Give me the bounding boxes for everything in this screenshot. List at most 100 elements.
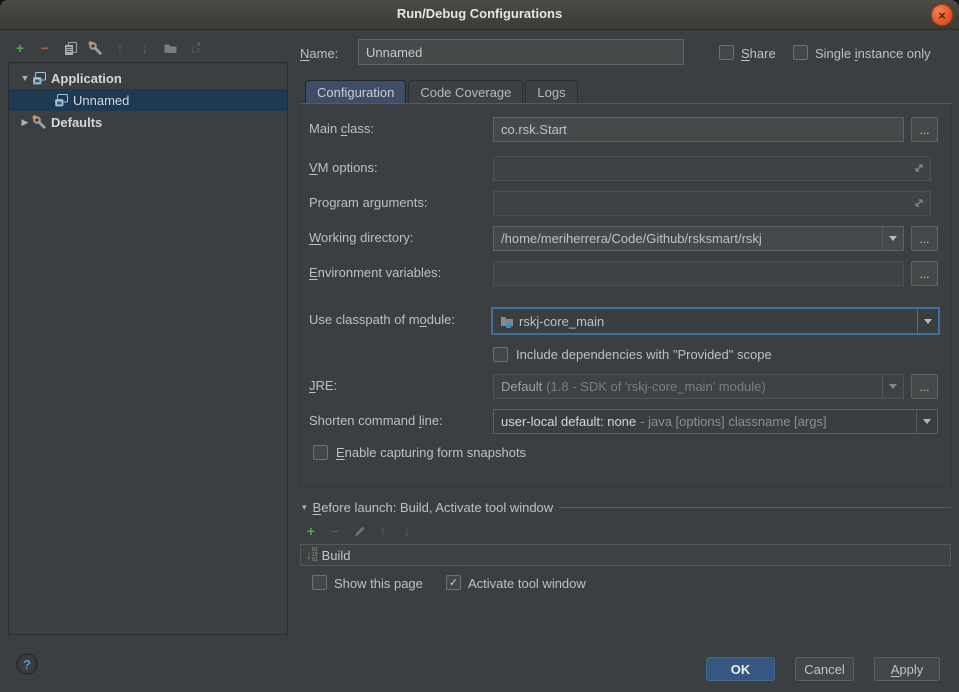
tree-item-defaults[interactable]: ▶ Defaults <box>9 111 287 133</box>
jre-value-detail: (1.8 - SDK of 'rskj-core_main' module) <box>546 379 766 394</box>
main-class-input[interactable] <box>493 117 904 142</box>
share-label: Share <box>741 46 776 61</box>
create-folder-button[interactable] <box>162 40 178 56</box>
expand-field-icon[interactable] <box>912 196 926 210</box>
shorten-value: user-local default: none <box>501 414 636 429</box>
dropdown-button[interactable] <box>916 410 937 433</box>
move-task-up-button[interactable]: ↑ <box>375 523 391 539</box>
cancel-button[interactable]: Cancel <box>795 657 854 681</box>
jre-combobox[interactable]: Default(1.8 - SDK of 'rskj-core_main' mo… <box>493 374 904 399</box>
build-icon: ↓ 01 10 01 <box>306 548 318 563</box>
configurations-tree: ▼ Application Unnamed ▶ Defaults <box>8 62 288 635</box>
single-instance-checkbox[interactable] <box>793 45 808 60</box>
window-title: Run/Debug Configurations <box>0 6 959 21</box>
plus-icon: + <box>16 41 24 55</box>
module-label: Use classpath of module: <box>309 312 455 327</box>
module-combobox[interactable]: rskj-core_main <box>491 307 940 335</box>
remove-configuration-button[interactable]: − <box>37 40 53 56</box>
activate-tool-window-checkbox[interactable]: ✓ <box>446 575 461 590</box>
sort-configurations-button[interactable]: ↓ az <box>187 40 203 56</box>
move-task-down-button[interactable]: ↓ <box>399 523 415 539</box>
sort-az-icon: ↓ az <box>190 41 201 55</box>
close-button[interactable]: × <box>931 4 953 26</box>
move-up-button[interactable]: ↑ <box>112 40 128 56</box>
working-directory-combobox[interactable]: /home/meriherrera/Code/Github/rsksmart/r… <box>493 226 904 251</box>
ellipsis-icon: ... <box>919 232 929 246</box>
wrench-icon <box>31 114 47 130</box>
program-arguments-input[interactable] <box>493 191 931 216</box>
dropdown-button[interactable] <box>882 375 903 398</box>
jre-label: JRE: <box>309 378 337 393</box>
help-button[interactable]: ? <box>16 653 38 675</box>
minus-icon: − <box>41 41 49 55</box>
include-provided-checkbox[interactable] <box>493 347 508 362</box>
name-input[interactable] <box>358 39 684 65</box>
working-directory-browse-button[interactable]: ... <box>911 226 938 251</box>
dropdown-button[interactable] <box>882 227 903 250</box>
jre-browse-button[interactable]: ... <box>911 374 938 399</box>
copy-configuration-button[interactable] <box>62 40 78 56</box>
vm-options-input[interactable] <box>493 156 931 181</box>
arrow-down-icon: ↓ <box>142 41 149 55</box>
include-provided-label: Include dependencies with "Provided" sco… <box>516 347 772 362</box>
ellipsis-icon: ... <box>919 267 929 281</box>
shorten-command-line-combobox[interactable]: user-local default: none- java [options]… <box>493 409 938 434</box>
vm-options-field[interactable] <box>493 156 931 181</box>
before-launch-label: Before launch: Build, Activate tool wind… <box>313 500 554 515</box>
folder-icon <box>163 41 178 55</box>
edit-defaults-button[interactable] <box>87 40 103 56</box>
collapse-icon[interactable]: ▾ <box>302 502 307 513</box>
minus-icon: − <box>331 524 339 538</box>
tab-code-coverage[interactable]: Code Coverage <box>408 80 523 103</box>
before-launch-task-row[interactable]: ↓ 01 10 01 Build <box>300 544 951 566</box>
pencil-icon <box>352 524 366 538</box>
program-arguments-label: Program arguments: <box>309 195 428 210</box>
environment-variables-browse-button[interactable]: ... <box>911 261 938 286</box>
dropdown-button[interactable] <box>917 309 938 333</box>
show-this-page-checkbox[interactable] <box>312 575 327 590</box>
remove-task-button[interactable]: − <box>327 523 343 539</box>
copy-icon <box>63 41 78 56</box>
apply-button[interactable]: Apply <box>874 657 940 681</box>
tree-item-unnamed[interactable]: Unnamed <box>9 89 287 111</box>
move-down-button[interactable]: ↓ <box>137 40 153 56</box>
ellipsis-icon: ... <box>919 123 929 137</box>
edit-task-button[interactable] <box>351 523 367 539</box>
tab-logs[interactable]: Logs <box>525 80 577 103</box>
tab-configuration[interactable]: Configuration <box>305 80 406 103</box>
close-icon: × <box>938 9 946 22</box>
add-task-button[interactable]: + <box>303 523 319 539</box>
single-instance-label: Single instance only <box>815 46 931 61</box>
expander-icon[interactable]: ▼ <box>19 73 31 83</box>
wrench-icon <box>87 40 103 56</box>
program-arguments-field[interactable] <box>493 191 931 216</box>
arrow-up-icon: ↑ <box>117 41 124 55</box>
expand-field-icon[interactable] <box>912 161 926 175</box>
application-icon <box>31 70 47 86</box>
tree-item-label: Unnamed <box>73 93 129 108</box>
capture-snapshots-checkbox[interactable] <box>313 445 328 460</box>
add-configuration-button[interactable]: + <box>12 40 28 56</box>
titlebar[interactable]: Run/Debug Configurations × <box>0 0 959 30</box>
shorten-command-line-label: Shorten command line: <box>309 413 443 428</box>
activate-tool-window-label: Activate tool window <box>468 576 586 591</box>
dropdown-arrow-icon <box>924 319 932 324</box>
before-launch-header[interactable]: ▾ Before launch: Build, Activate tool wi… <box>302 500 951 515</box>
application-icon <box>53 92 69 108</box>
environment-variables-input[interactable] <box>493 261 904 286</box>
dropdown-arrow-icon <box>889 384 897 389</box>
snapshots-row: Enable capturing form snapshots <box>313 445 526 460</box>
ok-button[interactable]: OK <box>706 657 775 681</box>
main-class-browse-button[interactable]: ... <box>911 117 938 142</box>
expander-icon[interactable]: ▶ <box>19 117 31 128</box>
plus-icon: + <box>307 524 315 538</box>
run-debug-configurations-dialog: Run/Debug Configurations × + − ↑ ↓ <box>0 0 959 692</box>
working-directory-value[interactable]: /home/meriherrera/Code/Github/rsksmart/r… <box>494 231 882 246</box>
tree-item-application[interactable]: ▼ Application <box>9 67 287 89</box>
ellipsis-icon: ... <box>919 380 929 394</box>
question-mark-icon: ? <box>23 657 31 672</box>
main-class-label: Main class: <box>309 121 374 136</box>
vm-options-label: VM options: <box>309 160 378 175</box>
module-value: rskj-core_main <box>519 314 604 329</box>
share-checkbox[interactable] <box>719 45 734 60</box>
